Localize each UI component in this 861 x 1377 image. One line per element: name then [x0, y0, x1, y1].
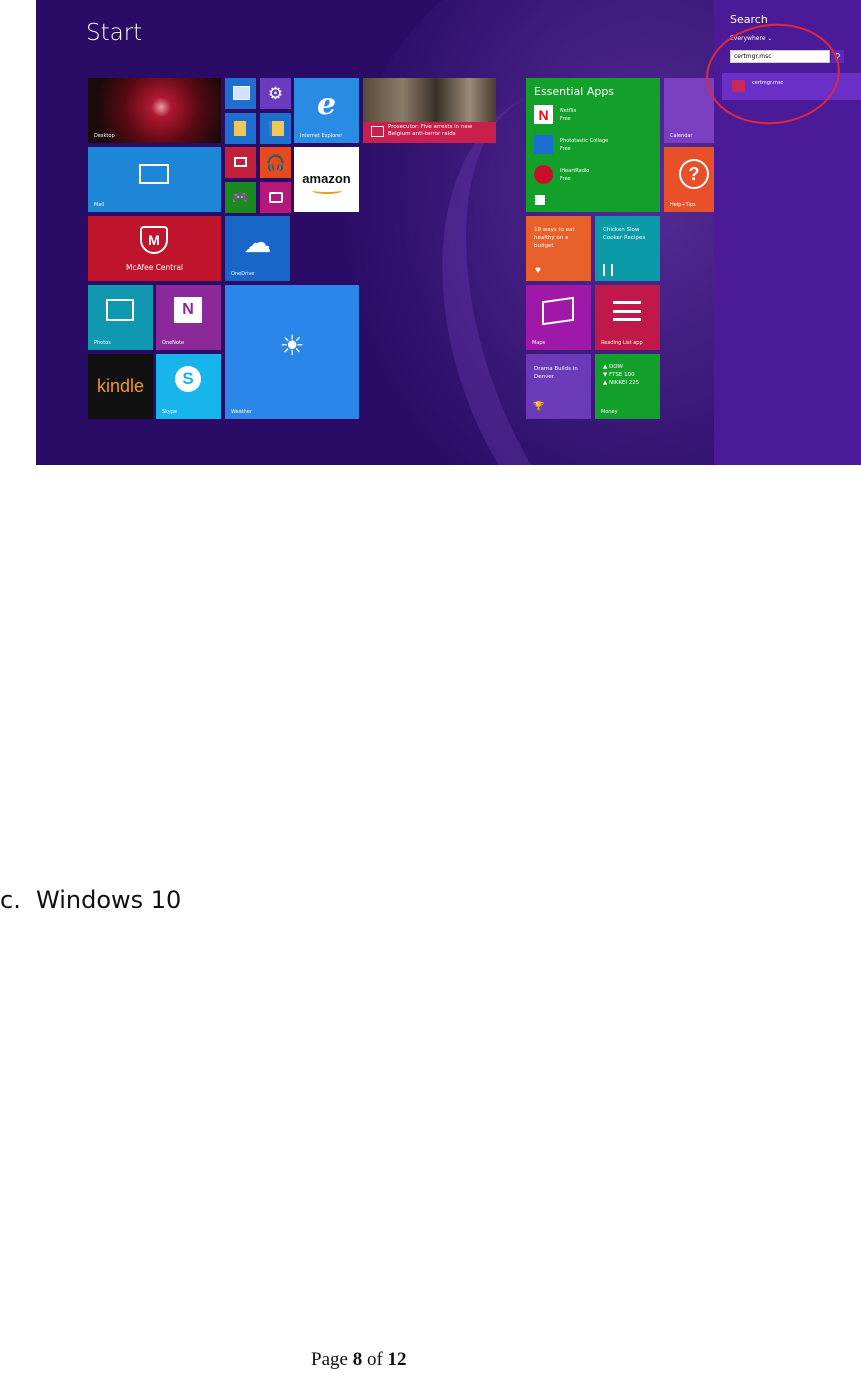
tile-label: Help+Tips [670, 202, 696, 208]
tile-label: Calendar [670, 133, 693, 139]
tile-label: Reading List app [601, 340, 643, 346]
tile-label: Money [601, 409, 618, 415]
mail-icon [139, 164, 169, 184]
utensils-icon [603, 264, 613, 276]
tile-label: Internet Explorer [300, 133, 343, 139]
tile-onedrive[interactable]: ☁ OneDrive [225, 216, 290, 281]
tile-label: Photos [94, 340, 111, 346]
tile-desktop[interactable]: Desktop [88, 78, 221, 143]
cloud-icon: ☁ [243, 226, 272, 258]
tile-sports[interactable]: Drama Builds in Denver 🏆 [526, 354, 591, 419]
money-line-1: ▲ DOW [603, 364, 623, 370]
computer-icon [233, 86, 250, 100]
tile-label: Skype [162, 409, 178, 415]
heart-icon: ♥ [535, 264, 541, 276]
onenote-icon: N [174, 297, 202, 323]
folder-icon [234, 121, 246, 136]
tile-label: OneNote [162, 340, 185, 346]
money-line-3: ▲ NIKKEI 225 [603, 380, 640, 386]
sports-headline: Drama Builds in Denver [534, 366, 578, 380]
amazon-logo: amazon [302, 170, 351, 186]
tile-calendar[interactable]: Calendar [664, 78, 714, 143]
photo-icon [106, 299, 134, 321]
netflix-label: Netflix [560, 108, 577, 114]
list-item-windows-10: c. Windows 10 [0, 886, 181, 914]
list-item-label: c. [0, 886, 21, 914]
tile-weather[interactable]: ☀ Weather [225, 285, 359, 419]
reading-list-icon [613, 301, 641, 321]
iheartradio-icon [534, 165, 553, 184]
tile-mcafee[interactable]: M McAfee Central [88, 216, 221, 281]
tile-label: OneDrive [231, 271, 255, 277]
amazon-smile-icon [312, 187, 342, 194]
page-footer: Page 8 of 12 [311, 1349, 407, 1371]
tile-this-pc[interactable] [225, 78, 256, 109]
tile-help-tips[interactable]: ? Help+Tips [664, 147, 714, 212]
start-title: Start [86, 20, 143, 46]
money-line-2: ▼ FTSE 100 [603, 372, 635, 378]
sun-icon: ☀ [279, 329, 305, 361]
footer-page-number: 8 [352, 1349, 363, 1370]
mcafee-shield-icon: M [140, 226, 168, 254]
footer-page-total: 12 [387, 1349, 407, 1370]
tile-internet-explorer[interactable]: e Internet Explorer [294, 78, 359, 143]
tile-reading-list[interactable]: Reading List app [595, 285, 660, 350]
tile-maps[interactable]: Maps [526, 285, 591, 350]
start-screen-screenshot: Start Desktop ⚙ 🎧 🎮 e Internet Explorer … [36, 0, 861, 465]
tile-onenote[interactable]: N OneNote [156, 285, 221, 350]
ie-icon: e [316, 86, 337, 122]
phototastic-icon [534, 135, 553, 154]
footer-page-word: Page [311, 1349, 348, 1370]
tile-label: Weather [231, 409, 253, 415]
gear-icon: ⚙ [267, 83, 284, 103]
tile-label: Maps [532, 340, 546, 346]
footer-of-word: of [366, 1349, 383, 1370]
tile-health[interactable]: 19 ways to eat healthy on a budget ♥ [526, 216, 591, 281]
tile-label: McAfee Central [125, 263, 184, 272]
help-icon: ? [679, 159, 709, 189]
tile-money[interactable]: ▲ DOW ▼ FTSE 100 ▲ NIKKEI 225 Money [595, 354, 660, 419]
headphones-icon: 🎧 [265, 154, 286, 172]
tile-amazon[interactable]: amazon [294, 147, 359, 212]
phototastic-sub: Free [560, 146, 571, 152]
tile-skype[interactable]: S Skype [156, 354, 221, 419]
trophy-icon: 🏆 [533, 400, 545, 411]
tile-video[interactable] [225, 147, 256, 178]
iheartradio-sub: Free [560, 176, 571, 182]
camera-icon [269, 192, 283, 203]
video-icon [234, 157, 247, 167]
list-item-text: Windows 10 [36, 886, 182, 914]
netflix-sub: Free [560, 116, 571, 122]
kindle-logo: kindle [96, 375, 145, 396]
tile-camera[interactable] [260, 182, 291, 213]
netflix-icon: N [534, 105, 553, 124]
essential-apps-title: Essential Apps [534, 85, 615, 98]
tile-music[interactable]: 🎧 [260, 147, 291, 178]
tile-photos[interactable]: Photos [88, 285, 153, 350]
tile-documents[interactable] [260, 113, 291, 144]
tile-settings[interactable]: ⚙ [260, 78, 291, 109]
tile-kindle[interactable]: kindle [88, 354, 153, 419]
tile-file-explorer[interactable] [225, 113, 256, 144]
news-headline: Prosecutor: Five arrests in new Belgium … [388, 124, 473, 137]
news-photo [363, 78, 496, 122]
health-headline: 19 ways to eat healthy on a budget [534, 227, 575, 249]
skype-icon: S [175, 366, 201, 392]
document-folder-icon [269, 121, 284, 136]
iheartradio-label: iHeartRadio [560, 168, 590, 174]
controller-icon: 🎮 [231, 189, 250, 205]
tile-label: Mail [94, 202, 105, 208]
map-icon [542, 296, 574, 326]
tile-mail[interactable]: Mail [88, 147, 221, 212]
tile-essential-apps[interactable]: Essential Apps N Netflix Free Phototasti… [526, 78, 660, 212]
store-icon [535, 195, 545, 205]
phototastic-label: Phototastic Collage [560, 138, 609, 144]
tile-food[interactable]: Chicken Slow Cooker Recipes [595, 216, 660, 281]
tile-games[interactable]: 🎮 [225, 182, 256, 213]
tile-label: Desktop [94, 133, 115, 139]
news-icon [371, 126, 384, 137]
tile-news[interactable]: Prosecutor: Five arrests in new Belgium … [363, 78, 496, 143]
food-headline: Chicken Slow Cooker Recipes [603, 227, 646, 241]
